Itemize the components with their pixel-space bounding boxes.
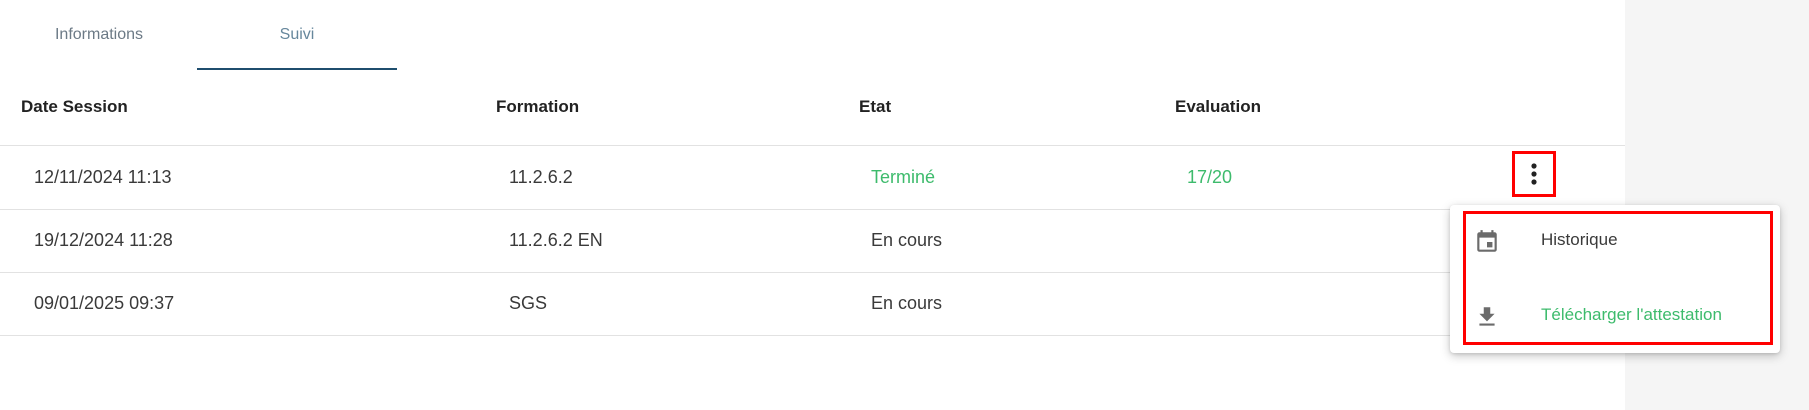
row-3-etat: En cours	[871, 293, 943, 313]
header-etat: Etat	[859, 97, 892, 116]
menu-item-label: Télécharger l'attestation	[1541, 305, 1722, 324]
menu-item-label: Historique	[1541, 230, 1618, 249]
row-actions-button[interactable]	[1512, 151, 1556, 197]
header-divider	[0, 145, 1625, 146]
active-tab-indicator	[197, 68, 397, 70]
row-2-etat: En cours	[871, 230, 943, 250]
header-formation: Formation	[496, 97, 580, 116]
row-divider	[0, 272, 1625, 273]
row-1-formation: 11.2.6.2	[509, 167, 573, 187]
row-2-date: 19/12/2024 11:28	[34, 230, 173, 250]
menu-item-telecharger-attestation[interactable]: Télécharger l'attestation	[1450, 286, 1780, 346]
calendar-icon	[1477, 230, 1497, 252]
download-icon	[1479, 307, 1495, 326]
row-divider	[0, 335, 1625, 336]
menu-item-historique[interactable]: Historique	[1450, 211, 1780, 271]
more-vertical-icon	[1531, 163, 1537, 185]
main-content: Informations Suivi Date Session Formatio…	[0, 0, 1625, 410]
tab-suivi[interactable]: Suivi	[197, 0, 397, 70]
row-1-date: 12/11/2024 11:13	[34, 167, 172, 187]
row-divider	[0, 209, 1625, 210]
header-evaluation: Evaluation	[1175, 97, 1261, 116]
row-1-evaluation: 17/20	[1187, 167, 1233, 187]
row-3-date: 09/01/2025 09:37	[34, 293, 175, 313]
header-date-session: Date Session	[21, 97, 128, 116]
row-3-formation: SGS	[509, 293, 548, 313]
tab-informations[interactable]: Informations	[0, 0, 198, 70]
row-2-formation: 11.2.6.2 EN	[509, 230, 603, 250]
row-1-etat: Terminé	[871, 167, 936, 187]
